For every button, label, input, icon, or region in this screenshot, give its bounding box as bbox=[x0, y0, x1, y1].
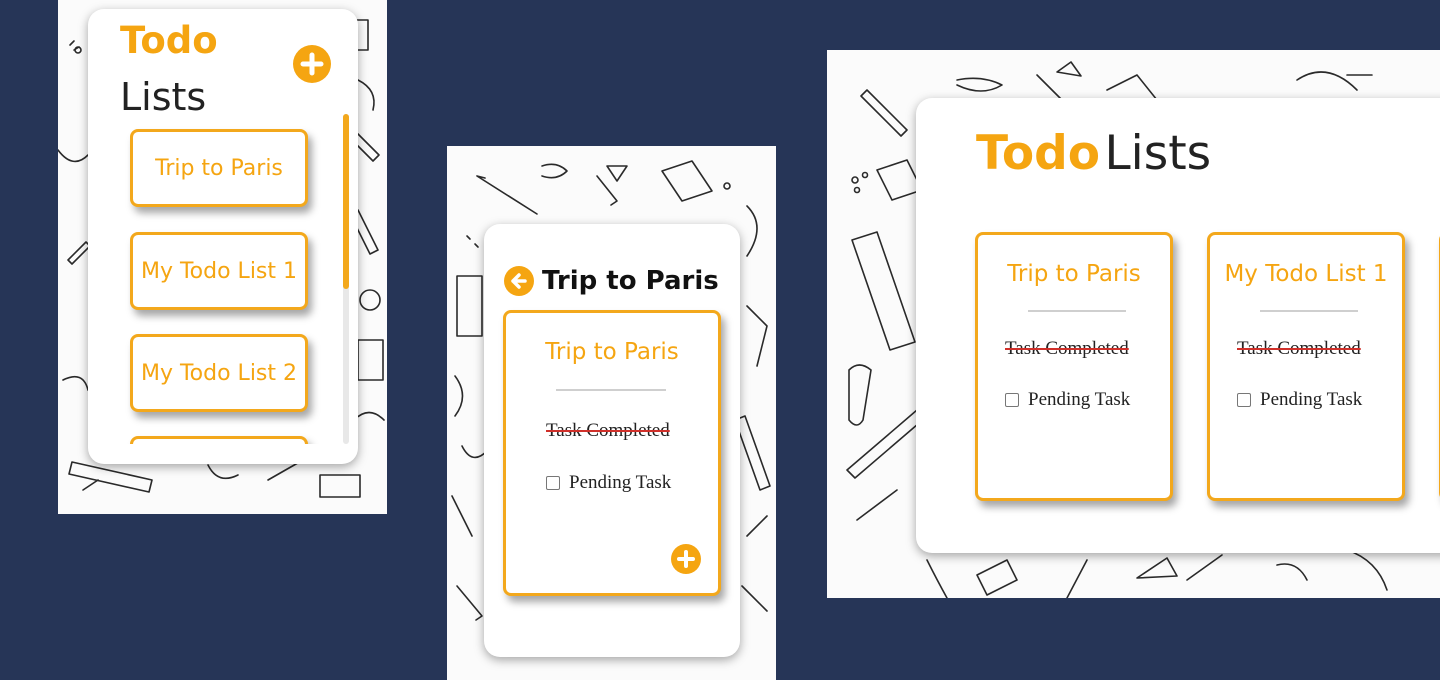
scrollbar-thumb[interactable] bbox=[343, 114, 349, 289]
list-item[interactable]: Trip to Paris bbox=[130, 129, 308, 207]
card-title: Trip to Paris bbox=[545, 339, 679, 365]
app-title-bold: Todo bbox=[976, 126, 1101, 181]
app-title-light: Lists bbox=[120, 75, 207, 119]
list-item-label: My Todo List 1 bbox=[140, 258, 298, 284]
card-title: Trip to Paris bbox=[1007, 261, 1141, 287]
pending-task-label: Pending Task bbox=[1028, 389, 1131, 410]
todo-card[interactable]: My Todo List 1 Task Completed Pending Ta… bbox=[1207, 232, 1405, 501]
card-divider bbox=[1260, 310, 1358, 312]
card-divider bbox=[556, 389, 666, 391]
task-checkbox[interactable] bbox=[546, 476, 560, 490]
app-title-bold: Todo bbox=[120, 19, 218, 62]
list-item-label: My Todo List 2 bbox=[140, 360, 298, 386]
pending-task[interactable]: Pending Task bbox=[546, 472, 671, 494]
list-item-partial[interactable] bbox=[130, 436, 308, 444]
back-arrow-icon bbox=[511, 273, 527, 289]
card-title: My Todo List 1 bbox=[1224, 261, 1388, 287]
completed-task[interactable]: Task Completed bbox=[546, 420, 670, 442]
list-detail-panel: Trip to Paris Trip to Paris Task Complet… bbox=[484, 224, 740, 657]
app-title-light: Lists bbox=[1104, 126, 1212, 181]
pending-task[interactable]: Pending Task bbox=[1005, 389, 1130, 411]
page-heading: Todo Lists bbox=[976, 126, 1211, 181]
list-scroll-area[interactable]: Trip to Paris My Todo List 1 My Todo Lis… bbox=[88, 124, 358, 444]
completed-task[interactable]: Task Completed bbox=[1237, 338, 1361, 360]
pending-task[interactable]: Pending Task bbox=[1237, 389, 1362, 411]
list-item-label: Trip to Paris bbox=[155, 155, 283, 181]
todo-card: Trip to Paris Task Completed Pending Tas… bbox=[503, 310, 721, 596]
card-divider bbox=[1028, 310, 1126, 312]
task-checkbox[interactable] bbox=[1005, 393, 1019, 407]
todo-lists-panel: Todo Lists Trip to Paris Task Completed … bbox=[916, 98, 1440, 553]
plus-circle-icon bbox=[300, 52, 324, 76]
plus-circle-icon bbox=[677, 550, 695, 568]
completed-task[interactable]: Task Completed bbox=[1005, 338, 1129, 360]
mobile-list-screenshot: Todo Lists Trip to Paris My Todo List 1 … bbox=[58, 0, 387, 514]
add-task-button[interactable] bbox=[671, 544, 701, 574]
pending-task-label: Pending Task bbox=[569, 472, 672, 493]
task-checkbox[interactable] bbox=[1237, 393, 1251, 407]
todo-lists-panel: Todo Lists Trip to Paris My Todo List 1 … bbox=[88, 9, 358, 464]
list-item[interactable]: My Todo List 1 bbox=[130, 232, 308, 310]
scrollbar-track[interactable] bbox=[343, 114, 349, 444]
list-item[interactable]: My Todo List 2 bbox=[130, 334, 308, 412]
todo-card[interactable]: Trip to Paris Task Completed Pending Tas… bbox=[975, 232, 1173, 501]
add-list-button[interactable] bbox=[293, 45, 331, 83]
mobile-detail-screenshot: Trip to Paris Trip to Paris Task Complet… bbox=[447, 146, 776, 680]
desktop-screenshot: Todo Lists Trip to Paris Task Completed … bbox=[827, 50, 1440, 598]
back-button[interactable] bbox=[504, 266, 534, 296]
list-title: Trip to Paris bbox=[542, 266, 719, 296]
pending-task-label: Pending Task bbox=[1260, 389, 1363, 410]
